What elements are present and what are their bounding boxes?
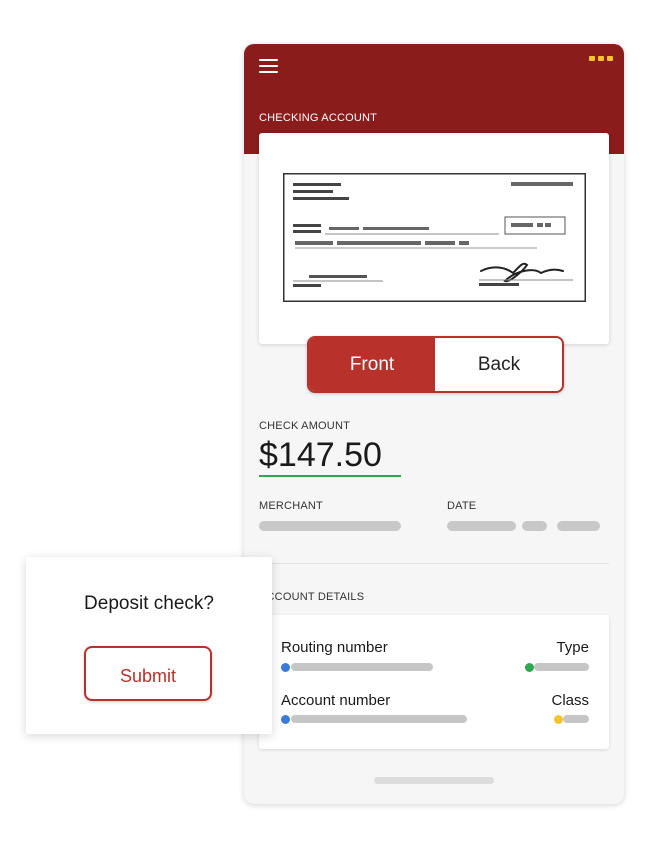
check-image-card — [259, 133, 609, 344]
date-placeholder-year — [557, 521, 600, 531]
date-placeholder-day — [522, 521, 547, 531]
front-tab[interactable]: Front — [309, 338, 435, 391]
routing-number-placeholder — [291, 663, 433, 671]
deposit-dialog: Deposit check? Submit — [26, 557, 272, 734]
routing-number-label: Routing number — [281, 639, 388, 656]
section-divider — [259, 563, 609, 564]
account-number-label: Account number — [281, 692, 391, 709]
type-dot — [525, 663, 534, 672]
account-dot — [281, 715, 290, 724]
more-dots-icon[interactable] — [589, 56, 615, 62]
merchant-placeholder — [259, 521, 401, 531]
class-label: Class — [551, 692, 589, 709]
check-image — [283, 173, 586, 302]
date-label: DATE — [447, 500, 477, 512]
date-placeholder-month — [447, 521, 516, 531]
menu-icon[interactable] — [259, 59, 278, 73]
account-number-placeholder — [291, 715, 467, 723]
check-amount-label: CHECK AMOUNT — [259, 420, 351, 432]
merchant-label: MERCHANT — [259, 500, 323, 512]
class-dot — [554, 715, 563, 724]
account-details-title: ACCOUNT DETAILS — [259, 591, 365, 603]
routing-dot — [281, 663, 290, 672]
submit-button[interactable]: Submit — [84, 646, 212, 701]
home-indicator — [374, 777, 494, 784]
check-amount-value[interactable]: $147.50 — [259, 436, 382, 475]
type-placeholder — [534, 663, 589, 671]
front-back-toggle: Front Back — [307, 336, 564, 393]
type-label: Type — [556, 639, 589, 656]
back-tab[interactable]: Back — [436, 338, 562, 391]
class-placeholder — [563, 715, 589, 723]
account-title: CHECKING ACCOUNT — [259, 112, 378, 124]
account-details-card: Routing number Type Account number Class — [259, 615, 609, 749]
phone-screen: CHECKING ACCOUNT Front Back CHECK AMOUNT… — [244, 44, 624, 804]
amount-underline — [259, 475, 401, 477]
deposit-question: Deposit check? — [84, 593, 214, 614]
